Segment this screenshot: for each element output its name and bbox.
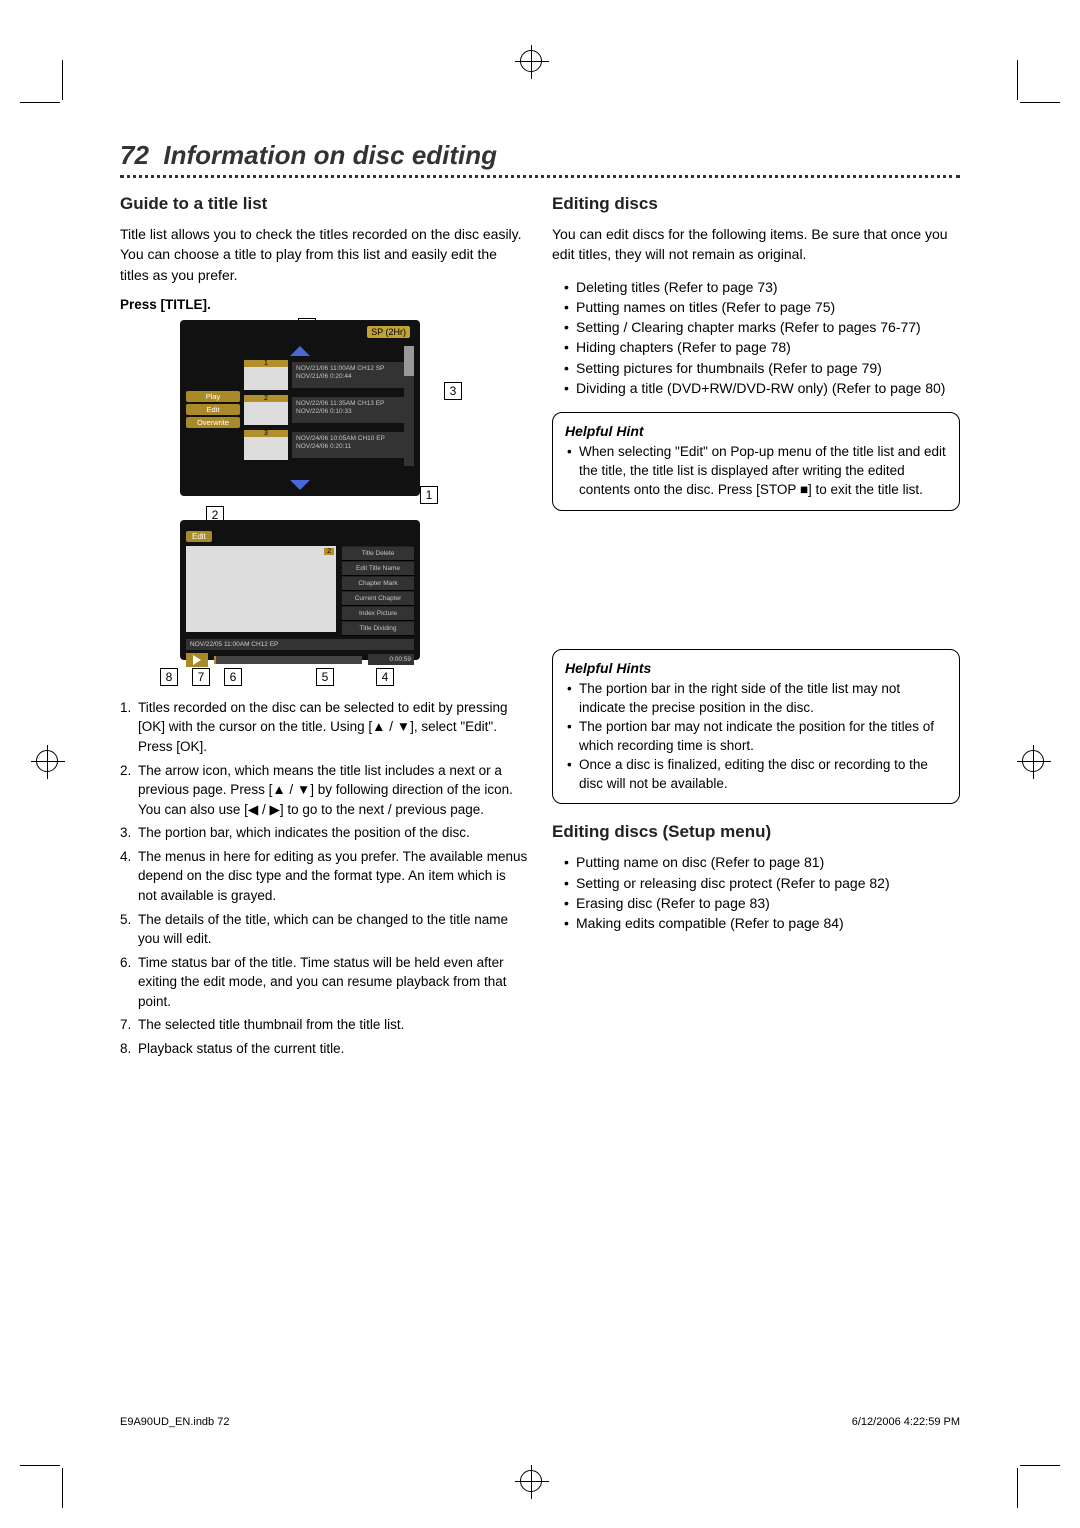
callout-7: 7 [192, 668, 210, 686]
editing-discs-intro: You can edit discs for the following ite… [552, 224, 960, 265]
registration-mark-left [36, 750, 58, 772]
editing-discs-setup-heading: Editing discs (Setup menu) [552, 822, 960, 842]
hint-item: The portion bar may not indicate the pos… [567, 718, 947, 756]
hint-item: The portion bar in the right side of the… [567, 680, 947, 718]
hint-item: When selecting "Edit" on Pop-up menu of … [567, 443, 947, 500]
edit-play-icon [186, 653, 208, 667]
edit-time: 0:00:59 [368, 654, 414, 665]
edit-chip: 2 [324, 548, 334, 555]
footer-right: 6/12/2006 4:22:59 PM [852, 1416, 960, 1428]
guide-intro: Title list allows you to check the title… [120, 224, 528, 285]
list-item: The details of the title, which can be c… [120, 910, 528, 949]
edit-menu-item[interactable]: Current Chapter [342, 591, 414, 606]
dotted-rule [120, 175, 960, 178]
osd-edit-button[interactable]: Edit [186, 404, 240, 415]
osd-row-line2: NOV/21/06 0:20:44 [296, 373, 410, 381]
registration-mark-right [1022, 750, 1044, 772]
list-item: Erasing disc (Refer to page 83) [564, 893, 960, 913]
registration-mark-bottom [520, 1470, 542, 1492]
editing-discs-heading: Editing discs [552, 194, 960, 214]
list-item: The menus in here for editing as you pre… [120, 847, 528, 906]
osd-arrow-up-icon [290, 346, 310, 356]
guide-numbered-list: Titles recorded on the disc can be selec… [120, 698, 528, 1059]
edit-tag: Edit [186, 531, 212, 542]
osd-row-line1: NOV/24/06 10:05AM CH10 EP [296, 435, 410, 443]
edit-menu-item[interactable]: Edit Title Name [342, 561, 414, 576]
hint-item: Once a disc is finalized, editing the di… [567, 756, 947, 794]
list-item: The selected title thumbnail from the ti… [120, 1015, 528, 1035]
osd-row-num: 1 [244, 360, 288, 367]
page-footer: E9A90UD_EN.indb 72 6/12/2006 4:22:59 PM [120, 1416, 960, 1428]
osd-row-num: 2 [244, 395, 288, 402]
osd-row-line2: NOV/22/06 0:10:33 [296, 408, 410, 416]
edit-time-bar [214, 656, 362, 664]
right-column: Editing discs You can edit discs for the… [552, 188, 960, 1062]
osd-row-num: 3 [244, 430, 288, 437]
press-title-label: Press [TITLE]. [120, 297, 528, 312]
bottom-callouts: 8 7 6 5 4 [160, 668, 394, 686]
list-item: Hiding chapters (Refer to page 78) [564, 337, 960, 357]
editing-discs-setup-bullets: Putting name on disc (Refer to page 81) … [564, 852, 960, 933]
list-item: Deleting titles (Refer to page 73) [564, 277, 960, 297]
callout-5: 5 [316, 668, 334, 686]
page-title: Information on disc editing [163, 140, 497, 170]
osd-mode-badge: SP (2Hr) [367, 326, 410, 338]
list-item: Dividing a title (DVD+RW/DVD-RW only) (R… [564, 378, 960, 398]
list-item: The portion bar, which indicates the pos… [120, 823, 528, 843]
osd-row-line1: NOV/21/06 11:00AM CH12 SP [296, 365, 410, 373]
osd-arrow-down-icon [290, 480, 310, 490]
registration-mark-top [520, 50, 542, 72]
edit-menu-item[interactable]: Title Delete [342, 546, 414, 561]
callout-8: 8 [160, 668, 178, 686]
list-item: Making edits compatible (Refer to page 8… [564, 913, 960, 933]
footer-left: E9A90UD_EN.indb 72 [120, 1416, 229, 1428]
page-number: 72 [120, 140, 149, 170]
helpful-hint-box-2: Helpful Hints The portion bar in the rig… [552, 649, 960, 804]
left-column: Guide to a title list Title list allows … [120, 188, 528, 1062]
guide-heading: Guide to a title list [120, 194, 528, 214]
list-item: Time status bar of the title. Time statu… [120, 953, 528, 1012]
editing-discs-bullets: Deleting titles (Refer to page 73) Putti… [564, 277, 960, 399]
list-item: Setting pictures for thumbnails (Refer t… [564, 358, 960, 378]
callout-6: 6 [224, 668, 242, 686]
osd-overwrite-button[interactable]: Overwrite [186, 417, 240, 428]
osd-title-list: SP (2Hr) 1 NOV/21/06 11:00AM CH12 SP NOV… [180, 320, 420, 496]
figure-block: 2 3 1 2 SP (2Hr) 1 NOV/21/06 11:00AM CH1… [120, 320, 528, 690]
callout-1: 1 [420, 486, 438, 504]
edit-menu: Title Delete Edit Title Name Chapter Mar… [342, 546, 414, 636]
osd-scrollbar[interactable] [404, 346, 414, 466]
callout-4: 4 [376, 668, 394, 686]
hint-heading: Helpful Hints [565, 660, 947, 676]
callout-3: 3 [444, 382, 462, 400]
list-item: Titles recorded on the disc can be selec… [120, 698, 528, 757]
osd-row-line2: NOV/24/06 0:20:11 [296, 443, 410, 451]
osd-edit-panel: Edit 2 Title Delete Edit Title Name Chap… [180, 520, 420, 660]
edit-menu-item[interactable]: Title Dividing [342, 621, 414, 636]
list-item: Putting name on disc (Refer to page 81) [564, 852, 960, 872]
list-item: Setting or releasing disc protect (Refer… [564, 873, 960, 893]
list-item: The arrow icon, which means the title li… [120, 761, 528, 820]
page-content: 72 Information on disc editing Guide to … [120, 140, 960, 1062]
osd-row-line1: NOV/22/06 11:35AM CH13 EP [296, 400, 410, 408]
osd-play-button[interactable]: Play [186, 391, 240, 402]
helpful-hint-box-1: Helpful Hint When selecting "Edit" on Po… [552, 412, 960, 511]
hint-heading: Helpful Hint [565, 423, 947, 439]
edit-meta: NOV/22/05 11:00AM CH12 EP [186, 639, 414, 650]
edit-preview: 2 [186, 546, 336, 632]
list-item: Putting names on titles (Refer to page 7… [564, 297, 960, 317]
list-item: Setting / Clearing chapter marks (Refer … [564, 317, 960, 337]
edit-menu-item[interactable]: Chapter Mark [342, 576, 414, 591]
list-item: Playback status of the current title. [120, 1039, 528, 1059]
edit-menu-item[interactable]: Index Picture [342, 606, 414, 621]
